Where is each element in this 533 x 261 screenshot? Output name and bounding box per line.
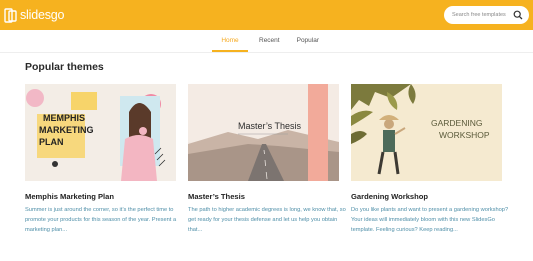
tab-popular[interactable]: Popular [297,34,319,52]
tab-recent[interactable]: Recent [259,34,280,52]
thumb-title-line-3: PLAN [39,137,64,147]
thumb-title-line-1: MEMPHIS [43,113,85,123]
card-title[interactable]: Master’s Thesis [188,192,245,201]
thumb-title-line-2: WORKSHOP [439,130,490,140]
theme-thumbnail[interactable]: GARDENING WORKSHOP [351,84,502,181]
card-description: Do you like plants and want to present a… [351,207,509,233]
gardening-thumbnail-image: GARDENING WORKSHOP [351,84,502,181]
section-title: Popular themes [25,61,104,73]
theme-thumbnail[interactable]: MEMPHIS MARKETING PLAN [25,84,176,181]
slidesgo-logo[interactable]: slidesgo [4,6,64,24]
thumb-title-line-1: GARDENING [431,118,482,128]
memphis-thumbnail-image: MEMPHIS MARKETING PLAN [25,84,176,181]
category-tabs: Home Recent Popular [212,34,319,52]
card-description: The path to higher academic degrees is l… [188,207,346,233]
thumb-title-line-2: MARKETING [39,125,94,135]
card-description: Summer is just around the corner, so it’… [25,207,177,233]
tabs-divider [0,52,533,53]
slides-logo-icon [4,7,17,23]
theme-thumbnail[interactable]: Master’s Thesis [188,84,339,181]
search-box[interactable] [444,6,529,24]
thesis-thumbnail-image: Master’s Thesis [188,84,339,181]
search-input[interactable] [452,12,514,18]
search-icon[interactable] [513,10,523,20]
card-title[interactable]: Memphis Marketing Plan [25,192,114,201]
theme-card-gardening-workshop[interactable]: GARDENING WORKSHOP Gardening Workshop Do… [351,84,508,233]
tab-home[interactable]: Home [212,34,248,52]
thumb-title: Master’s Thesis [238,121,302,131]
theme-card-memphis[interactable]: MEMPHIS MARKETING PLAN Memphis Marketing… [25,84,176,233]
card-title[interactable]: Gardening Workshop [351,192,428,201]
logo-text: slidesgo [20,8,65,22]
top-bar: slidesgo [0,0,533,30]
theme-card-masters-thesis[interactable]: Master’s Thesis Master’s Thesis The path… [188,84,346,233]
